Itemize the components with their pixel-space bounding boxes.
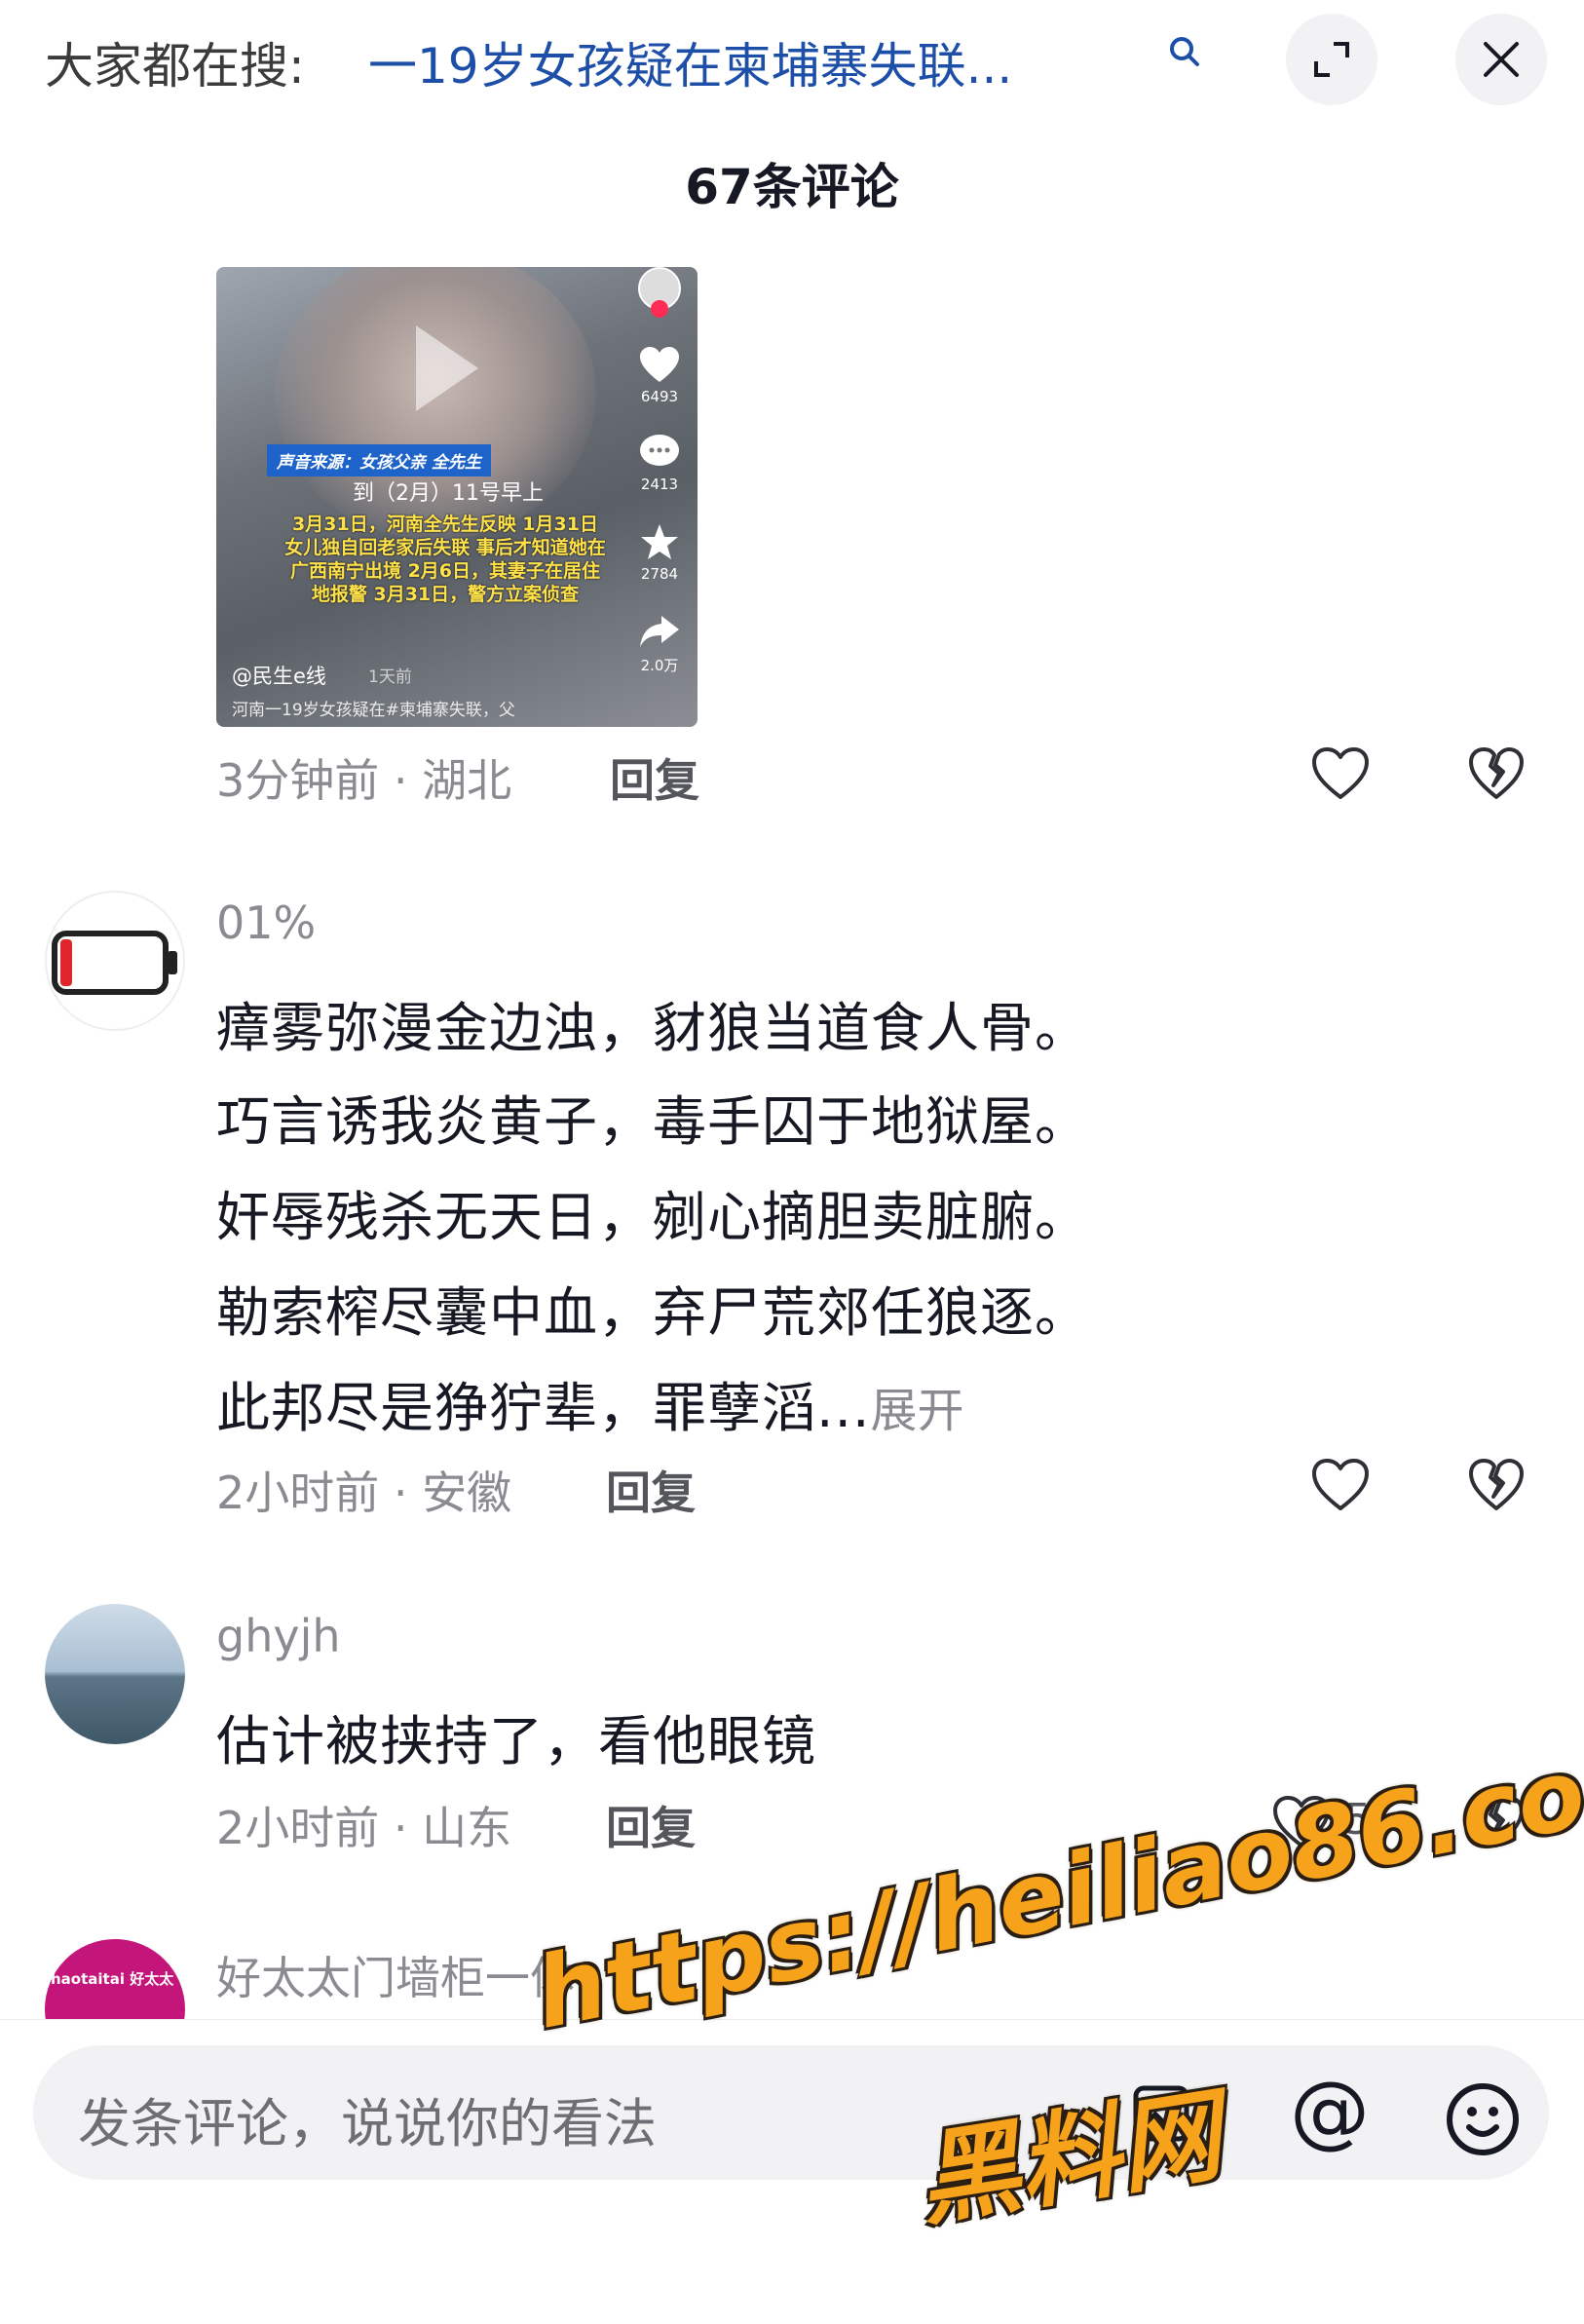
comment-composer-bar: 发条评论，说说你的看法 @ (0, 2019, 1584, 2324)
comment-username[interactable]: 好太太门墙柜一体 (216, 1943, 575, 2007)
video-subtitle: 到（2月）11号早上 (353, 481, 544, 506)
video-share-count: 2.0万 (640, 657, 679, 674)
search-suggestion-link[interactable]: 一19岁女孩疑在柬埔寨失联... (368, 27, 1012, 97)
comment-input-placeholder: 发条评论，说说你的看法 (78, 2093, 657, 2154)
heart-icon (640, 347, 679, 382)
dislike-broken-heart-icon[interactable] (1467, 1795, 1526, 1849)
video-description: 河南一19岁女孩疑在#柬埔寨失联，父 (232, 701, 515, 720)
comment-meta: 3分钟前 · 湖北 (216, 754, 512, 807)
expand-icon (1314, 42, 1349, 77)
comment-text-line: 瘴雾弥漫金边浊，豺狼当道食人骨。 (216, 997, 1090, 1059)
top-bar: 大家都在搜: 一19岁女孩疑在柬埔寨失联... (0, 0, 1584, 127)
search-prefix: 大家都在搜: (45, 38, 305, 95)
reply-button[interactable]: 回复 (606, 1458, 696, 1522)
play-icon (416, 325, 478, 411)
avatar-sea[interactable] (45, 1604, 185, 1744)
image-icon[interactable] (1132, 2084, 1190, 2143)
video-thumbnail[interactable]: 声音来源：女孩父亲 全先生 到（2月）11号早上 3月31日，河南全先生反映 1… (216, 267, 698, 727)
video-author-avatar (635, 267, 684, 318)
video-like-count: 6493 (640, 388, 679, 405)
avatar-brand-text: haotaitai 好太太 (51, 1970, 174, 1988)
emoji-icon[interactable] (1444, 2080, 1522, 2158)
video-caption: 3月31日，河南全先生反映 1月31日女儿独自回老家后失联 事后才知道她在广西南… (284, 514, 606, 605)
dislike-broken-heart-icon[interactable] (1467, 1458, 1526, 1512)
video-favorite-count: 2784 (640, 565, 679, 583)
comment-count: 67条评论 (685, 159, 899, 215)
comment-text-truncated: 此邦尽是狰狞辈，罪孽滔... (216, 1377, 871, 1439)
like-heart-icon[interactable] (1271, 1795, 1332, 1849)
like-heart-icon[interactable] (1310, 1458, 1371, 1512)
comment-text-line: 此邦尽是狰狞辈，罪孽滔...展开 (216, 1364, 963, 1442)
video-handle: @民生e线 (232, 665, 326, 688)
expand-button[interactable] (1286, 14, 1377, 105)
battery-low-icon (52, 931, 177, 995)
search-icon[interactable] (1165, 33, 1204, 72)
comment-meta: 2小时前 · 安徽 (216, 1467, 512, 1519)
like-heart-icon[interactable] (1310, 746, 1371, 801)
close-icon (1484, 42, 1519, 77)
comment-username[interactable]: ghyjh (216, 1610, 341, 1662)
close-button[interactable] (1455, 14, 1547, 105)
share-icon (640, 616, 679, 647)
comment-meta: 2小时前 · 山东 (216, 1802, 512, 1854)
avatar-battery[interactable] (45, 891, 185, 1031)
video-time: 1天前 (368, 667, 412, 687)
video-shares: 2.0万 (635, 612, 684, 675)
expand-link[interactable]: 展开 (870, 1384, 963, 1438)
video-like: 6493 (635, 345, 684, 405)
comment-text-line: 巧言诱我炎黄子，毒手囚于地狱屋。 (216, 1090, 1090, 1153)
video-favorites: 2784 (635, 522, 684, 583)
reply-button[interactable]: 回复 (610, 745, 699, 810)
star-icon (641, 524, 678, 559)
comment-text-line: 勒索榨尽囊中血，弃尸荒郊任狼逐。 (216, 1281, 1090, 1344)
comment-input[interactable]: 发条评论，说说你的看法 @ (33, 2045, 1549, 2180)
video-comments: 2413 (635, 433, 684, 493)
video-comment-count: 2413 (640, 476, 679, 493)
dislike-broken-heart-icon[interactable] (1467, 746, 1526, 801)
like-count: 5 (1344, 1795, 1372, 1845)
comment-text-line: 奸辱残杀无天日，剜心摘胆卖脏腑。 (216, 1186, 1090, 1248)
reply-button[interactable]: 回复 (606, 1793, 696, 1857)
video-source-label: 声音来源：女孩父亲 全先生 (267, 444, 491, 476)
comment-username[interactable]: 01% (216, 896, 316, 949)
comment-text: 估计被挟持了，看他眼镜 (216, 1710, 817, 1772)
at-mention-icon[interactable]: @ (1290, 2065, 1370, 2157)
comment-bubble-icon (640, 435, 679, 466)
